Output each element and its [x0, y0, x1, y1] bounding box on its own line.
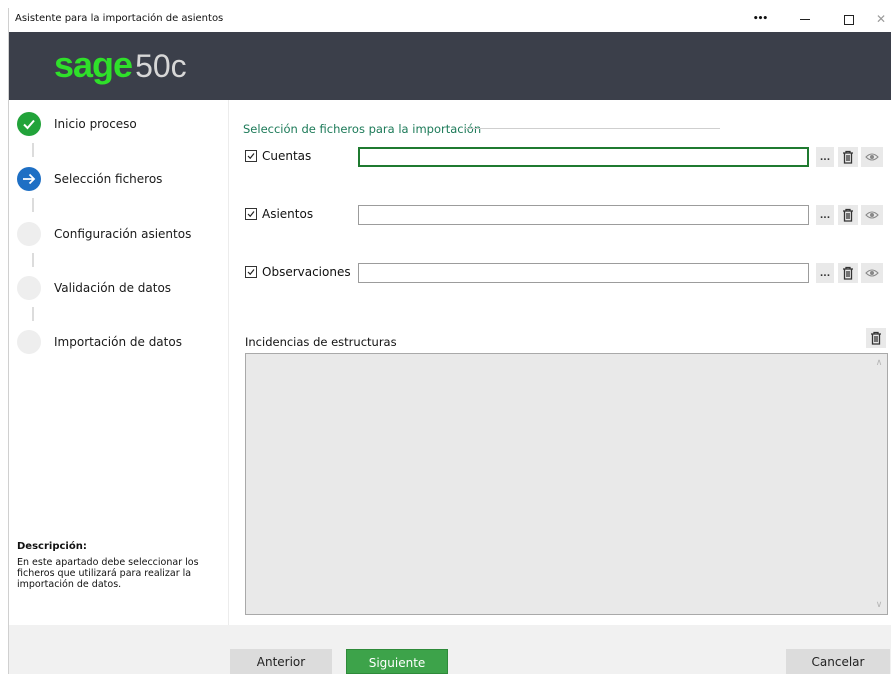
sage-logo: sage50c — [54, 45, 187, 86]
step-connector — [32, 143, 34, 157]
previous-button[interactable]: Anterior — [230, 649, 332, 674]
header-band: sage50c — [9, 32, 891, 100]
cuentas-label: Cuentas — [262, 149, 312, 163]
incidencias-clear-button[interactable] — [866, 328, 886, 348]
description-text: En este apartado debe seleccionar los fi… — [17, 557, 199, 590]
step-label: Configuración asientos — [54, 227, 192, 241]
maximize-button[interactable] — [829, 8, 869, 32]
step-done-indicator — [17, 112, 41, 136]
eye-icon — [865, 153, 879, 161]
more-options-button[interactable]: ••• — [740, 8, 780, 32]
cancel-button[interactable]: Cancelar — [786, 649, 890, 674]
file-row-cuentas: Cuentas ... — [245, 147, 885, 169]
trash-icon — [871, 331, 881, 345]
step-label: Importación de datos — [54, 335, 182, 349]
checkmark-icon — [247, 211, 255, 218]
asientos-delete-button[interactable] — [838, 205, 858, 225]
asientos-file-input[interactable] — [358, 205, 809, 225]
incidencias-label: Incidencias de estructuras — [245, 335, 397, 349]
step-connector — [32, 253, 34, 267]
minimize-button[interactable] — [785, 8, 825, 32]
file-row-asientos: Asientos ... — [245, 205, 885, 227]
cuentas-browse-button[interactable]: ... — [816, 147, 834, 167]
cuentas-preview-button[interactable] — [861, 147, 883, 167]
observaciones-delete-button[interactable] — [838, 263, 858, 283]
trash-icon — [843, 150, 853, 164]
asientos-label: Asientos — [262, 207, 314, 221]
window-title: Asistente para la importación de asiento… — [15, 13, 224, 24]
step-label: Inicio proceso — [54, 117, 137, 131]
observaciones-browse-button[interactable]: ... — [816, 263, 834, 283]
observaciones-label: Observaciones — [262, 265, 351, 279]
wizard-window: Asistente para la importación de asiento… — [8, 8, 891, 674]
scroll-down-icon[interactable]: ∨ — [874, 600, 884, 610]
cuentas-delete-button[interactable] — [838, 147, 858, 167]
section-divider — [465, 128, 720, 129]
next-button[interactable]: Siguiente — [346, 649, 448, 674]
maximize-icon — [844, 15, 854, 25]
step-label: Validación de datos — [54, 281, 172, 295]
minimize-icon — [800, 19, 810, 20]
observaciones-file-input[interactable] — [358, 263, 809, 283]
eye-icon — [865, 211, 879, 219]
checkmark-icon — [247, 153, 255, 160]
trash-icon — [843, 208, 853, 222]
cuentas-checkbox[interactable] — [245, 150, 257, 162]
asientos-preview-button[interactable] — [861, 205, 883, 225]
step-label: Selección ficheros — [54, 172, 163, 186]
eye-icon — [865, 269, 879, 277]
title-bar: Asistente para la importación de asiento… — [9, 8, 891, 32]
footer-bar: Anterior Siguiente Cancelar — [9, 625, 891, 674]
step-active-indicator — [17, 167, 41, 191]
section-title: Selección de ficheros para la importació… — [243, 122, 482, 136]
steps-panel: Inicio proceso Selección ficheros Config… — [9, 100, 229, 625]
step-pending-indicator — [17, 222, 41, 246]
close-button[interactable]: ✕ — [869, 8, 891, 32]
cuentas-file-input[interactable] — [358, 147, 809, 167]
step-connector — [32, 198, 34, 212]
description-title: Descripción: — [17, 541, 87, 552]
trash-icon — [843, 266, 853, 280]
incidencias-list[interactable]: ∧ ∨ — [245, 353, 888, 615]
file-row-observaciones: Observaciones ... — [245, 263, 885, 285]
asientos-checkbox[interactable] — [245, 208, 257, 220]
step-pending-indicator — [17, 330, 41, 354]
logo-brand: sage — [54, 44, 133, 85]
observaciones-checkbox[interactable] — [245, 266, 257, 278]
check-icon — [23, 119, 35, 130]
checkmark-icon — [247, 269, 255, 276]
arrow-right-icon — [23, 173, 36, 185]
observaciones-preview-button[interactable] — [861, 263, 883, 283]
step-pending-indicator — [17, 276, 41, 300]
asientos-browse-button[interactable]: ... — [816, 205, 834, 225]
step-connector — [32, 307, 34, 321]
logo-version: 50c — [135, 48, 187, 84]
scroll-up-icon[interactable]: ∧ — [874, 358, 884, 368]
